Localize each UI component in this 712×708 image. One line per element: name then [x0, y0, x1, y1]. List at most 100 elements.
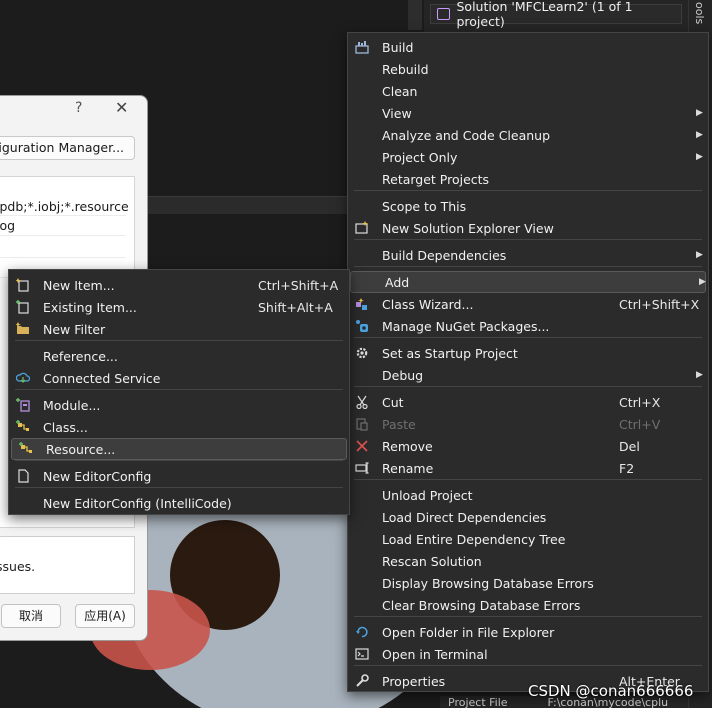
description-text: ssues. — [0, 559, 36, 574]
menu-item-shortcut: F2 — [619, 460, 635, 476]
project-context-menu: Build Rebuild Clean View ▶ Analyze and Code C… — [347, 32, 709, 692]
class-icon — [14, 418, 32, 436]
menu-item-existing-item[interactable]: Existing Item... Shift+Alt+A — [9, 296, 349, 318]
menu-item-debug[interactable]: Debug ▶ — [348, 364, 708, 386]
menu-item-view[interactable]: View ▶ — [348, 102, 708, 124]
menu-item-label: Module... — [43, 397, 101, 413]
menu-item-unload-project[interactable]: Unload Project — [348, 484, 708, 506]
wrench-icon — [353, 672, 371, 690]
menu-item-shortcut: Ctrl+V — [619, 416, 661, 432]
menu-item-label: Rescan Solution — [382, 553, 482, 569]
menu-item-reference[interactable]: Reference... — [9, 345, 349, 367]
menu-item-label: New EditorConfig — [43, 468, 152, 484]
menu-item-load-entire-dependency-tree[interactable]: Load Entire Dependency Tree — [348, 528, 708, 550]
menu-item-new-item[interactable]: New Item... Ctrl+Shift+A — [9, 274, 349, 296]
cloud-icon — [14, 369, 32, 387]
menu-item-open-folder-in-file-explorer[interactable]: Open Folder in File Explorer — [348, 621, 708, 643]
solution-icon — [437, 8, 451, 20]
cancel-button[interactable]: 取消 — [1, 604, 61, 628]
grid-divider — [0, 257, 126, 258]
menu-item-analyze-and-code-cleanup[interactable]: Analyze and Code Cleanup ▶ — [348, 124, 708, 146]
menu-item-new-editorconfig[interactable]: New EditorConfig — [9, 465, 349, 487]
menu-separator — [354, 190, 702, 191]
menu-item-add[interactable]: Add ▶ — [350, 271, 706, 293]
menu-item-paste[interactable]: Paste Ctrl+V — [348, 413, 708, 435]
menu-item-label: New Filter — [43, 321, 106, 337]
menu-item-label: Remove — [382, 438, 433, 454]
menu-item-class-wizard[interactable]: Class Wizard... Ctrl+Shift+X — [348, 293, 708, 315]
menu-item-shortcut: Ctrl+Shift+X — [619, 296, 700, 312]
menu-item-open-in-terminal[interactable]: Open in Terminal — [348, 643, 708, 665]
menu-item-label: Clean — [382, 83, 418, 99]
menu-separator — [15, 460, 343, 461]
gear-icon — [353, 344, 371, 362]
menu-item-shortcut: Del — [619, 438, 640, 454]
menu-item-build-dependencies[interactable]: Build Dependencies ▶ — [348, 244, 708, 266]
menu-item-label: Unload Project — [382, 487, 473, 503]
tools-tab[interactable]: ools — [690, 2, 706, 24]
resource-icon — [17, 440, 35, 458]
menu-item-new-solution-explorer-view[interactable]: New Solution Explorer View — [348, 217, 708, 239]
new-view-icon — [353, 219, 371, 237]
menu-item-rename[interactable]: Rename F2 — [348, 457, 708, 479]
configuration-manager-button[interactable]: figuration Manager... — [0, 136, 135, 160]
chevron-right-icon: ▶ — [696, 130, 703, 140]
menu-item-retarget-projects[interactable]: Retarget Projects — [348, 168, 708, 190]
terminal-icon — [353, 645, 371, 663]
menu-item-shortcut: Shift+Alt+A — [258, 299, 333, 315]
menu-item-label: Rename — [382, 460, 434, 476]
menu-item-display-browsing-database-errors[interactable]: Display Browsing Database Errors — [348, 572, 708, 594]
description-box: ssues. — [0, 536, 135, 594]
menu-item-label: Reference... — [43, 348, 118, 364]
properties-key: Project File — [448, 696, 508, 708]
editor-scroll-stripe — [408, 0, 422, 30]
menu-item-label: Existing Item... — [43, 299, 137, 315]
chevron-right-icon: ▶ — [696, 370, 703, 380]
menu-item-class[interactable]: Class... — [9, 416, 349, 438]
module-icon — [14, 396, 32, 414]
menu-item-label: Analyze and Code Cleanup — [382, 127, 551, 143]
menu-item-new-filter[interactable]: New Filter — [9, 318, 349, 340]
help-button[interactable]: ? — [75, 100, 82, 116]
menu-separator — [15, 340, 343, 341]
existing-item-icon — [14, 298, 32, 316]
menu-item-build[interactable]: Build — [348, 36, 708, 58]
menu-separator — [354, 665, 702, 666]
menu-item-project-only[interactable]: Project Only ▶ — [348, 146, 708, 168]
menu-separator — [354, 337, 702, 338]
refresh-folder-icon — [353, 623, 371, 641]
menu-item-resource[interactable]: Resource... — [11, 438, 347, 460]
menu-item-manage-nuget-packages[interactable]: Manage NuGet Packages... — [348, 315, 708, 337]
menu-separator — [354, 239, 702, 240]
menu-item-label: Load Entire Dependency Tree — [382, 531, 566, 547]
solution-node[interactable]: Solution 'MFCLearn2' (1 of 1 project) — [430, 0, 682, 29]
menu-item-connected-service[interactable]: Connected Service — [9, 367, 349, 389]
menu-item-rebuild[interactable]: Rebuild — [348, 58, 708, 80]
build-icon — [353, 38, 371, 56]
menu-item-load-direct-dependencies[interactable]: Load Direct Dependencies — [348, 506, 708, 528]
menu-item-clear-browsing-database-errors[interactable]: Clear Browsing Database Errors — [348, 594, 708, 616]
menu-separator — [354, 386, 702, 387]
menu-item-label: Debug — [382, 367, 424, 383]
menu-item-module[interactable]: Module... — [9, 394, 349, 416]
menu-item-label: Properties — [382, 673, 446, 689]
apply-button[interactable]: 应用(A) — [75, 604, 135, 628]
menu-item-rescan-solution[interactable]: Rescan Solution — [348, 550, 708, 572]
menu-item-remove[interactable]: Remove Del — [348, 435, 708, 457]
remove-icon — [353, 437, 371, 455]
paste-icon — [353, 415, 371, 433]
menu-item-clean[interactable]: Clean — [348, 80, 708, 102]
property-value[interactable]: ipdb;*.iobj;*.resource — [0, 199, 129, 214]
menu-item-label: Open in Terminal — [382, 646, 488, 662]
menu-item-label: View — [382, 105, 412, 121]
menu-item-label: New Item... — [43, 277, 115, 293]
grid-divider — [0, 235, 126, 236]
menu-item-new-editorconfig-intellicode[interactable]: New EditorConfig (IntelliCode) — [9, 492, 349, 514]
property-value[interactable]: log — [0, 218, 15, 233]
menu-item-cut[interactable]: Cut Ctrl+X — [348, 391, 708, 413]
chevron-right-icon: ▶ — [696, 108, 703, 118]
close-icon[interactable]: ✕ — [115, 98, 128, 117]
menu-item-scope-to-this[interactable]: Scope to This — [348, 195, 708, 217]
menu-item-set-as-startup-project[interactable]: Set as Startup Project — [348, 342, 708, 364]
grid-divider — [0, 215, 126, 216]
